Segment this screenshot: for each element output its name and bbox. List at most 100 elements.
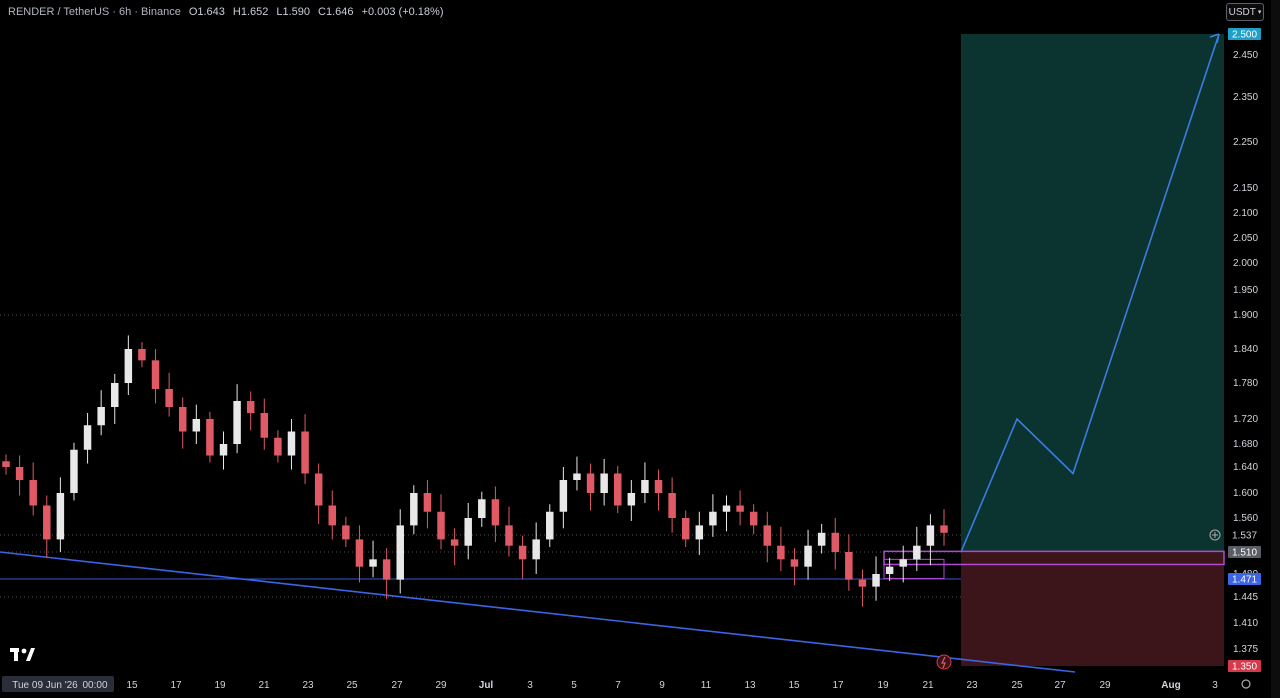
x-tick-label: Aug bbox=[1161, 680, 1180, 691]
candle-body bbox=[777, 545, 785, 560]
candle-body bbox=[872, 574, 880, 587]
y-tick-label: 1.445 bbox=[1233, 592, 1258, 603]
candle-body bbox=[749, 511, 758, 526]
candle-body bbox=[491, 499, 500, 526]
y-tick-label: 1.375 bbox=[1233, 644, 1258, 655]
candle-body bbox=[681, 518, 690, 540]
candle-body bbox=[83, 425, 92, 450]
candle-body bbox=[314, 473, 323, 506]
x-tick-label: 27 bbox=[391, 680, 403, 691]
x-tick-label: 11 bbox=[701, 680, 712, 691]
y-tick-label: 1.720 bbox=[1233, 414, 1258, 425]
candle-body bbox=[518, 545, 527, 560]
candle-body bbox=[206, 419, 214, 456]
candle-body bbox=[97, 407, 105, 426]
candle-body bbox=[505, 525, 513, 546]
candle-body bbox=[342, 525, 350, 540]
candle-body bbox=[464, 518, 472, 546]
x-tick-label: 21 bbox=[922, 680, 934, 691]
candle-body bbox=[233, 401, 241, 444]
y-tick-label: 2.050 bbox=[1233, 233, 1258, 244]
candle-body bbox=[165, 389, 173, 407]
x-tick-label: 23 bbox=[302, 680, 314, 691]
x-tick-label: 27 bbox=[1054, 680, 1066, 691]
x-tick-label: Jul bbox=[479, 680, 494, 691]
y-tick-label: 1.840 bbox=[1233, 344, 1258, 355]
candle-body bbox=[219, 444, 228, 456]
y-tick-label: 2.150 bbox=[1233, 183, 1258, 194]
y-tick-label: 2.450 bbox=[1233, 50, 1258, 61]
loss-zone bbox=[961, 552, 1224, 666]
candle-body bbox=[437, 511, 445, 540]
target-price-badge: 2.500 bbox=[1232, 30, 1257, 41]
candle-body bbox=[627, 493, 636, 506]
candle-body bbox=[736, 505, 744, 512]
candle-body bbox=[668, 493, 676, 518]
candle-body bbox=[641, 480, 649, 493]
x-tick-label: 00:00 bbox=[82, 680, 107, 691]
x-tick-label: 19 bbox=[214, 680, 226, 691]
trendline bbox=[0, 551, 1076, 673]
x-tick-label: 17 bbox=[170, 680, 182, 691]
y-tick-label: 1.950 bbox=[1233, 285, 1258, 296]
candle-body bbox=[423, 493, 432, 512]
y-tick-label: 2.350 bbox=[1233, 92, 1258, 103]
candle-body bbox=[287, 431, 296, 456]
candle-body bbox=[56, 493, 65, 540]
x-tick-label: 23 bbox=[966, 680, 978, 691]
x-tick-label: 5 bbox=[571, 680, 577, 691]
price-chart[interactable]: 2.450 2.350 2.250 2.150 2.100 2.050 2.000 1.950… bbox=[0, 0, 1280, 698]
right-edge-panel bbox=[1271, 0, 1280, 698]
profit-zone bbox=[961, 34, 1224, 552]
current-price-badge: 1.537 bbox=[1232, 531, 1257, 542]
candle-body bbox=[2, 461, 10, 467]
candle-body bbox=[573, 473, 581, 480]
candle-body bbox=[722, 505, 731, 512]
x-tick-label: 17 bbox=[832, 680, 844, 691]
candle-body bbox=[790, 559, 799, 567]
candle-body bbox=[913, 545, 921, 560]
x-tick-label: 15 bbox=[788, 680, 800, 691]
candle-body bbox=[70, 449, 78, 493]
candle-body bbox=[559, 480, 568, 512]
candle-body bbox=[654, 480, 663, 493]
entry-price-badge: 1.510 bbox=[1232, 548, 1257, 559]
y-tick-label: 2.100 bbox=[1233, 208, 1258, 219]
y-tick-label: 1.900 bbox=[1233, 310, 1258, 321]
x-tick-label: 21 bbox=[258, 680, 270, 691]
x-tick-label: 19 bbox=[877, 680, 889, 691]
y-tick-label: 1.560 bbox=[1233, 513, 1258, 524]
y-tick-label: 1.410 bbox=[1233, 618, 1258, 629]
settings-gear-icon[interactable] bbox=[1241, 679, 1251, 689]
candle-body bbox=[546, 511, 554, 540]
y-tick-label: 1.780 bbox=[1233, 378, 1258, 389]
candle-body bbox=[450, 539, 459, 546]
candle-body bbox=[43, 505, 51, 540]
candle-body bbox=[845, 552, 853, 580]
y-tick-label: 2.250 bbox=[1233, 137, 1258, 148]
level-price-badge: 1.471 bbox=[1232, 575, 1257, 586]
candle-body bbox=[940, 525, 948, 533]
x-tick-label: 13 bbox=[744, 680, 756, 691]
x-tick-label: 3 bbox=[1212, 680, 1218, 691]
x-tick-label: 7 bbox=[615, 680, 621, 691]
x-tick-label: 15 bbox=[126, 680, 138, 691]
x-tick-label: 25 bbox=[1011, 680, 1023, 691]
candle-body bbox=[274, 437, 282, 456]
candle-body bbox=[600, 473, 608, 493]
y-tick-label: 2.000 bbox=[1233, 258, 1258, 269]
tradingview-logo-icon[interactable] bbox=[10, 648, 36, 664]
candle-body bbox=[355, 539, 364, 567]
x-tick-label: 3 bbox=[527, 680, 533, 691]
candle-body bbox=[478, 499, 486, 518]
candle-body bbox=[246, 401, 255, 413]
x-tick-label: 25 bbox=[346, 680, 358, 691]
candle-body bbox=[804, 545, 812, 567]
candle-body bbox=[709, 511, 717, 526]
candle-body bbox=[124, 349, 133, 383]
candle-body bbox=[410, 493, 418, 526]
y-tick-label: 1.640 bbox=[1233, 462, 1258, 473]
y-tick-label: 1.600 bbox=[1233, 488, 1258, 499]
candle-body bbox=[831, 532, 839, 552]
candle-body bbox=[382, 559, 391, 580]
